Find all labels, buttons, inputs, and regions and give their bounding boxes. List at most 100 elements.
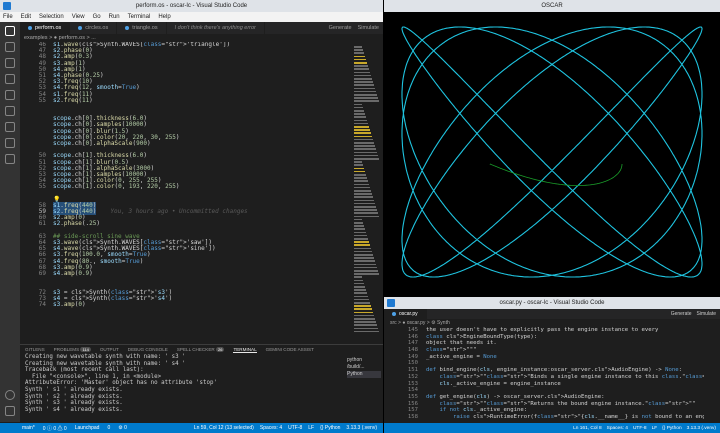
code-line[interactable]: 74 s3.amp(0)	[20, 300, 350, 308]
line-number: 157	[407, 407, 418, 414]
minimap-line	[354, 135, 372, 138]
minimap-line	[354, 113, 365, 115]
minimap-line	[354, 212, 378, 214]
testing-icon[interactable]	[5, 106, 15, 116]
panel-tab[interactable]: SPELL CHECKER 26	[177, 347, 225, 352]
menu-terminal[interactable]: Terminal	[128, 14, 151, 20]
status-indent[interactable]: Spaces: 4	[260, 425, 282, 431]
status-ports[interactable]: ⚙ 0	[118, 425, 127, 431]
panel-tab[interactable]: TERMINAL	[233, 347, 257, 353]
code-line[interactable]: 149 _active_engine = None	[384, 354, 704, 361]
code-line[interactable]: 148 class="str">"""	[384, 347, 704, 354]
status-indent[interactable]: Spaces: 4	[607, 426, 628, 431]
simulate-button[interactable]: Simulate	[697, 311, 716, 317]
code-line[interactable]: 145 the user doesn't have to explicitly p…	[384, 327, 704, 334]
minimap-line	[354, 164, 363, 166]
account-icon[interactable]	[5, 390, 15, 400]
minimap[interactable]	[352, 42, 383, 342]
tab-triangle-os[interactable]: triangle.os	[117, 22, 167, 34]
code-text: s3.amp(0)	[53, 300, 86, 308]
code-line[interactable]: 146 class cls">EngineBoundType(type):	[384, 334, 704, 341]
code-line[interactable]: 150	[384, 360, 704, 367]
code-line[interactable]: 155 def get_engine(cls) -> oscar_server.c…	[384, 394, 704, 401]
code-editor[interactable]: 46 s1.wave(cls">Synth.WAVES[class="str">'…	[20, 42, 350, 342]
second-breadcrumb[interactable]: src > ● oscar.py > ⚙ Synth	[384, 319, 720, 327]
line-number: 148	[407, 347, 418, 354]
status-branch[interactable]: main*	[22, 425, 35, 431]
terminal-item[interactable]: Python	[347, 371, 381, 378]
minimap-line	[354, 314, 374, 317]
status-interpreter[interactable]: 3.13.3 (.venv)	[346, 425, 377, 431]
minimap-line	[354, 273, 379, 275]
terminal-item[interactable]: /build/...	[347, 364, 381, 371]
minimap-line	[354, 282, 364, 285]
second-status-bar: Ln 161, Col 8 Spaces: 4 UTF-8 LF {} Pyth…	[384, 423, 720, 433]
oscilloscope-traces	[401, 26, 703, 278]
code-line[interactable]: 147 object that needs it.	[384, 340, 704, 347]
status-launchpad[interactable]: Launchpad	[75, 425, 100, 431]
gemini-icon[interactable]	[5, 154, 15, 164]
status-interpreter[interactable]: 3.13.3 (.venv)	[687, 426, 716, 431]
code-line[interactable]: 154	[384, 387, 704, 394]
explorer-icon[interactable]	[5, 26, 15, 36]
status-count[interactable]: 0	[107, 425, 110, 431]
generate-button[interactable]: Generate	[329, 25, 352, 31]
status-language[interactable]: {} Python	[320, 425, 340, 431]
breadcrumb[interactable]: examples > ● perform.os > ...	[20, 34, 354, 42]
code-text: the user doesn't have to explicitly pass…	[426, 327, 659, 333]
code-line[interactable]: 156 class="str">""class="str">"Returns t…	[384, 401, 704, 408]
menu-run[interactable]: Run	[109, 14, 120, 20]
tab-untitled[interactable]: I don't think there's anything error	[167, 22, 265, 34]
status-problems[interactable]: 0 ⓘ 0 ⚠ 0	[43, 425, 67, 432]
vscode-icon	[387, 299, 395, 307]
tab-label: oscar.py	[399, 311, 418, 317]
minimap-line	[354, 65, 368, 67]
code-line[interactable]: 151 def bind_engine(cls, engine_instance:…	[384, 367, 704, 374]
settings-gear-icon[interactable]	[5, 406, 15, 416]
panel-tab[interactable]: GITLENS	[25, 347, 45, 352]
status-cursor[interactable]: Ln 59, Col 12 (13 selected)	[194, 425, 254, 431]
panel-tab[interactable]: DEBUG CONSOLE	[128, 347, 168, 352]
minimap-line	[354, 142, 374, 144]
menu-selection[interactable]: Selection	[39, 14, 64, 20]
menu-go[interactable]: Go	[93, 14, 101, 20]
run-debug-icon[interactable]	[5, 74, 15, 84]
menu-file[interactable]: File	[3, 14, 13, 20]
tab-circles-os[interactable]: circles.os	[70, 22, 118, 34]
extensions-icon[interactable]	[5, 90, 15, 100]
code-line[interactable]: 153 cls._active_engine = engine_instance	[384, 381, 704, 388]
minimap-line	[354, 231, 366, 234]
search-icon[interactable]	[5, 42, 15, 52]
code-line[interactable]: 157 if not cls._active_engine:	[384, 407, 704, 414]
simulate-button[interactable]: Simulate	[358, 25, 379, 31]
second-code-editor[interactable]: 145 the user doesn't have to explicitly p…	[384, 327, 704, 423]
code-line[interactable]: 158 raise cls">RuntimeError(fclass="str"…	[384, 414, 704, 421]
panel-tab[interactable]: OUTPUT	[100, 347, 119, 352]
source-control-icon[interactable]	[5, 58, 15, 68]
panel-tab[interactable]: GEMINI CODE ASSIST	[266, 347, 314, 352]
menu-view[interactable]: View	[72, 14, 85, 20]
code-line[interactable]: 152 class="str">""class="str">"Binds a s…	[384, 374, 704, 381]
menu-help[interactable]: Help	[158, 14, 170, 20]
status-eol[interactable]: LF	[308, 425, 314, 431]
menu-edit[interactable]: Edit	[21, 14, 31, 20]
oscilloscope-display	[401, 26, 703, 278]
status-cursor[interactable]: Ln 161, Col 8	[573, 426, 602, 431]
gitlens-icon[interactable]	[5, 138, 15, 148]
generate-button[interactable]: Generate	[671, 311, 692, 317]
code-text: s2.phase(.25)	[53, 220, 101, 228]
status-encoding[interactable]: UTF-8	[633, 426, 647, 431]
minimap-line	[354, 308, 372, 310]
minimap-line	[354, 202, 375, 205]
tab-oscar-py[interactable]: oscar.py	[384, 309, 427, 319]
status-encoding[interactable]: UTF-8	[288, 425, 302, 431]
second-vscode-window: oscar.py - oscar-lc - Visual Studio Code…	[384, 297, 720, 433]
remote-explorer-icon[interactable]	[5, 122, 15, 132]
terminal-item[interactable]: python	[347, 357, 381, 364]
terminal-output[interactable]: Creating new wavetable synth with name: …	[20, 354, 383, 413]
tab-perform-os[interactable]: perform.os	[20, 22, 71, 34]
panel-tab[interactable]: PROBLEMS 114	[54, 347, 91, 352]
minimap-line	[354, 260, 375, 262]
status-language[interactable]: {} Python	[662, 426, 681, 431]
status-eol[interactable]: LF	[652, 426, 658, 431]
